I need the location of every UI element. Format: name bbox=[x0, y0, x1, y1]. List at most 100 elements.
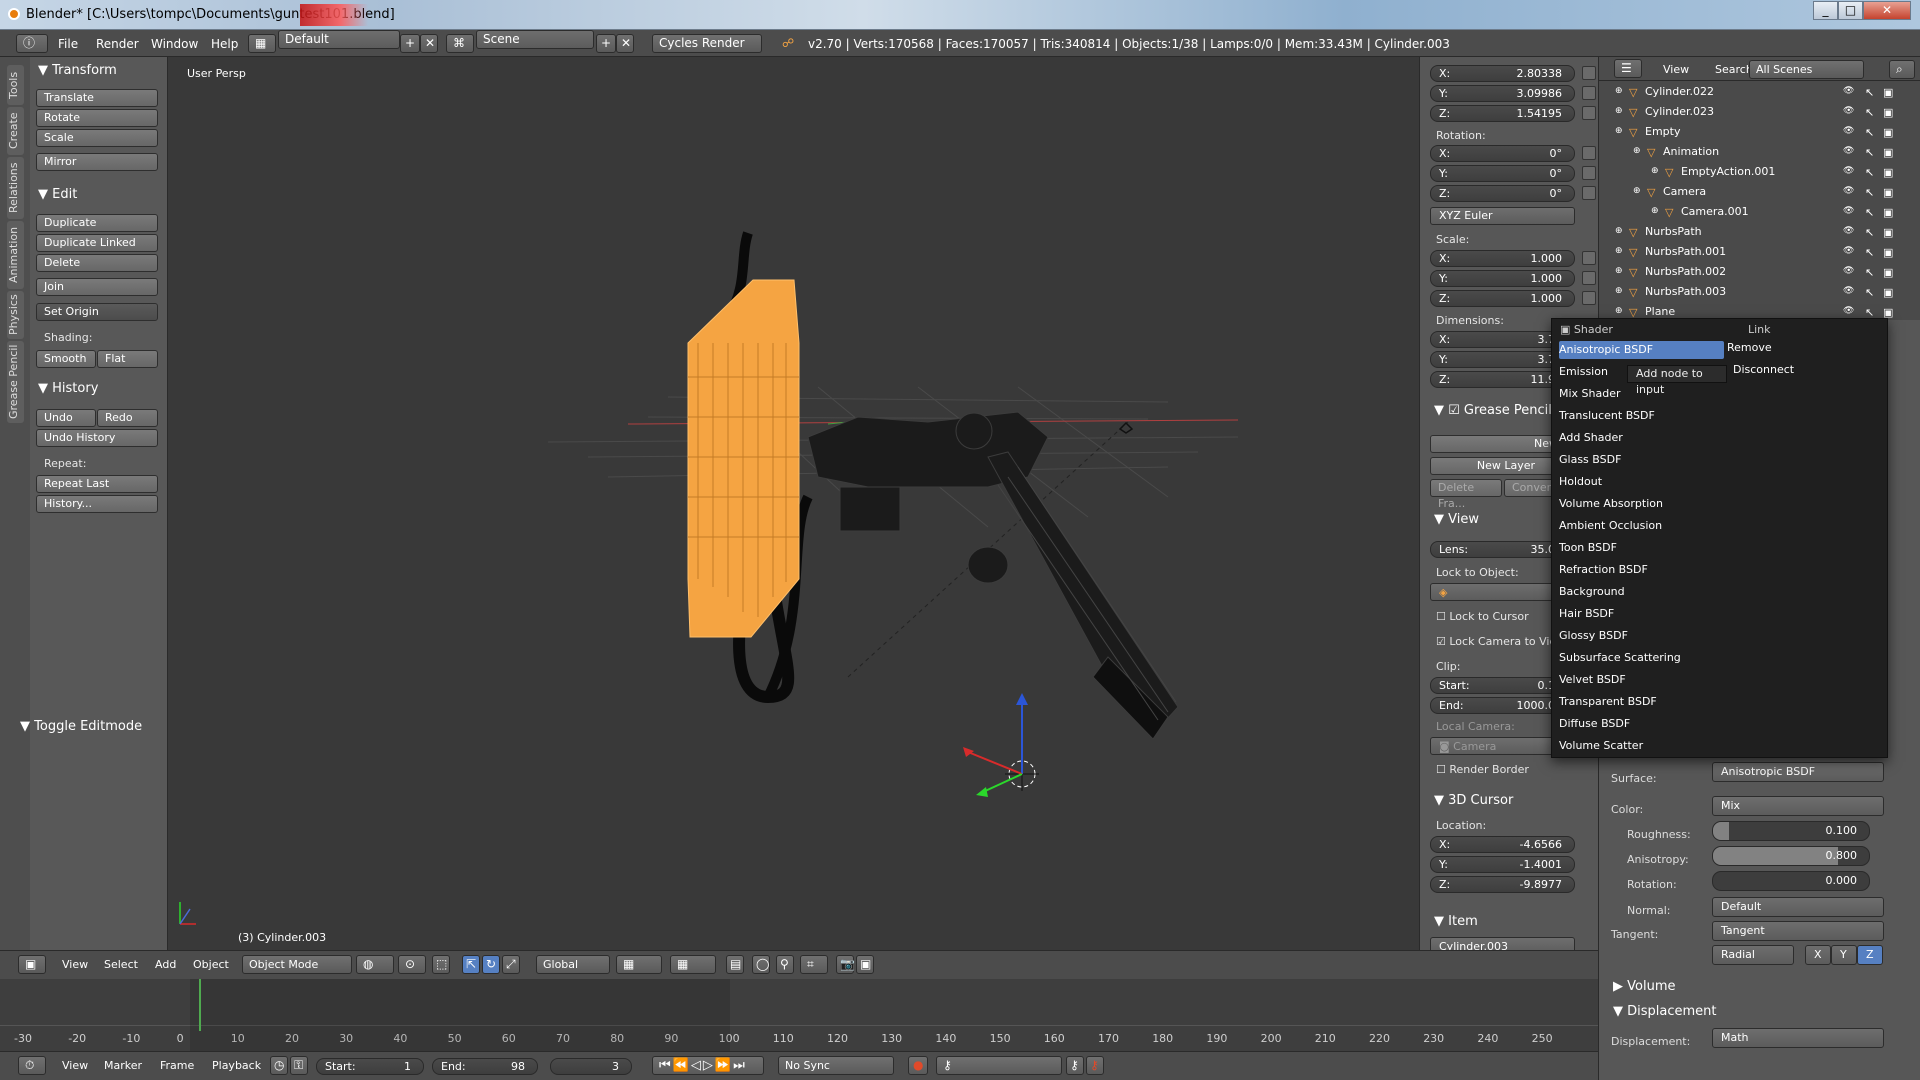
translate-button[interactable]: Translate bbox=[36, 89, 158, 107]
rotation-slider[interactable]: 0.000 bbox=[1712, 871, 1870, 891]
shader-item[interactable]: Background bbox=[1559, 583, 1724, 601]
close-button[interactable]: ✕ bbox=[1863, 1, 1911, 20]
disconnect-item[interactable]: Disconnect bbox=[1727, 363, 1817, 376]
delete-button[interactable]: Delete bbox=[36, 254, 158, 272]
shader-item[interactable]: Anisotropic BSDF bbox=[1559, 341, 1724, 359]
timeline-playback-menu[interactable]: Playback bbox=[212, 1059, 261, 1072]
cursor-z-field[interactable]: Z: -9.8977 bbox=[1430, 876, 1575, 893]
scale-y-field[interactable]: Y: 1.000 bbox=[1430, 270, 1575, 287]
lock-icon[interactable]: ⚿ bbox=[290, 1056, 308, 1075]
edit-panel-header[interactable]: ▼ Edit bbox=[38, 187, 77, 202]
frame-start-field[interactable]: Start: 1 bbox=[316, 1058, 424, 1075]
tab-grease-pencil[interactable]: Grease Pencil bbox=[7, 341, 24, 423]
3d-cursor-header[interactable]: ▼ 3D Cursor bbox=[1434, 793, 1513, 808]
toggle-editmode-header[interactable]: ▼ Toggle Editmode bbox=[20, 719, 142, 734]
lock-icon[interactable] bbox=[1582, 166, 1596, 180]
lock-icon[interactable] bbox=[1582, 291, 1596, 305]
record-icon[interactable]: ● bbox=[908, 1056, 928, 1075]
render-camera-icon[interactable]: ▣ bbox=[1883, 206, 1895, 219]
translate-manipulator-icon[interactable]: ⇱ bbox=[462, 955, 480, 974]
outliner-row[interactable]: ⊕ ▽ Empty 👁 ↖ ▣ bbox=[1599, 122, 1909, 142]
visibility-eye-icon[interactable]: 👁 bbox=[1843, 166, 1855, 178]
item-header[interactable]: ▼ Item bbox=[1434, 914, 1478, 929]
timeline-marker-menu[interactable]: Marker bbox=[104, 1059, 142, 1072]
editor-type-icon[interactable]: ⓘ bbox=[16, 34, 48, 53]
cursor-x-field[interactable]: X: -4.6566 bbox=[1430, 836, 1575, 853]
expand-icon[interactable]: ⊕ bbox=[1615, 126, 1627, 138]
selectable-arrow-icon[interactable]: ↖ bbox=[1865, 246, 1877, 259]
undo-history-button[interactable]: Undo History bbox=[36, 429, 158, 447]
selectable-arrow-icon[interactable]: ↖ bbox=[1865, 126, 1877, 139]
scale-z-field[interactable]: Z: 1.000 bbox=[1430, 290, 1575, 307]
outliner-row[interactable]: ⊕ ▽ NurbsPath.002 👁 ↖ ▣ bbox=[1599, 262, 1909, 282]
snap-target-icon[interactable]: ⌗ bbox=[800, 955, 828, 974]
snap-icon[interactable]: ⚲ bbox=[776, 955, 794, 974]
shader-item[interactable]: Volume Scatter bbox=[1559, 737, 1724, 755]
menu-file[interactable]: File bbox=[58, 37, 78, 51]
menu-help[interactable]: Help bbox=[211, 37, 238, 51]
shader-item[interactable]: Glossy BSDF bbox=[1559, 627, 1724, 645]
visibility-eye-icon[interactable]: 👁 bbox=[1843, 106, 1855, 118]
view-panel-header[interactable]: ▼ View bbox=[1434, 512, 1479, 527]
duplicate-button[interactable]: Duplicate bbox=[36, 214, 158, 232]
transform-panel-header[interactable]: ▼ Transform bbox=[38, 63, 117, 78]
rotation-y-field[interactable]: Y: 0° bbox=[1430, 165, 1575, 182]
lock-icon[interactable] bbox=[1582, 106, 1596, 120]
outliner-row[interactable]: ⊕ ▽ NurbsPath 👁 ↖ ▣ bbox=[1599, 222, 1909, 242]
visibility-eye-icon[interactable]: 👁 bbox=[1843, 186, 1855, 198]
repeat-last-button[interactable]: Repeat Last bbox=[36, 475, 158, 493]
preview-range-icon[interactable]: ◷ bbox=[270, 1056, 288, 1075]
maximize-button[interactable]: □ bbox=[1838, 1, 1863, 20]
expand-icon[interactable]: ⊕ bbox=[1633, 146, 1645, 158]
manipulator-icon[interactable]: ⬚ bbox=[432, 955, 450, 974]
smooth-button[interactable]: Smooth bbox=[36, 350, 96, 368]
layout-add-icon[interactable]: + bbox=[400, 34, 420, 53]
render-camera-icon[interactable]: ▣ bbox=[1883, 306, 1895, 319]
lock-icon[interactable] bbox=[1582, 271, 1596, 285]
minimize-button[interactable]: _ bbox=[1813, 1, 1838, 20]
menu-add[interactable]: Add bbox=[155, 958, 176, 971]
shader-item[interactable]: Toon BSDF bbox=[1559, 539, 1724, 557]
selectable-arrow-icon[interactable]: ↖ bbox=[1865, 266, 1877, 279]
3d-viewport[interactable]: User Persp (3) Cylinder.003 bbox=[168, 57, 1419, 950]
layout-field[interactable]: Default bbox=[278, 30, 400, 49]
shader-item[interactable]: Refraction BSDF bbox=[1559, 561, 1724, 579]
pivot-icon[interactable]: ⊙ bbox=[398, 955, 426, 974]
expand-icon[interactable]: ⊕ bbox=[1633, 186, 1645, 198]
render-camera-icon[interactable]: ▣ bbox=[1883, 246, 1895, 259]
outliner-row[interactable]: ⊕ ▽ NurbsPath.001 👁 ↖ ▣ bbox=[1599, 242, 1909, 262]
shader-item[interactable]: Velvet BSDF bbox=[1559, 671, 1724, 689]
visibility-eye-icon[interactable]: 👁 bbox=[1843, 126, 1855, 138]
render-icon[interactable]: 📷 bbox=[836, 955, 855, 974]
render-camera-icon[interactable]: ▣ bbox=[1883, 86, 1895, 99]
expand-icon[interactable]: ⊕ bbox=[1615, 286, 1627, 298]
outliner-row[interactable]: ⊕ ▽ Camera 👁 ↖ ▣ bbox=[1599, 182, 1909, 202]
expand-icon[interactable]: ⊕ bbox=[1615, 306, 1627, 318]
tab-animation[interactable]: Animation bbox=[7, 221, 24, 289]
menu-window[interactable]: Window bbox=[151, 37, 198, 51]
item-name-field[interactable]: Cylinder.003 bbox=[1430, 937, 1575, 950]
expand-icon[interactable]: ⊕ bbox=[1615, 246, 1627, 258]
shader-item[interactable]: Ambient Occlusion bbox=[1559, 517, 1724, 535]
expand-icon[interactable]: ⊕ bbox=[1651, 166, 1663, 178]
rotation-z-field[interactable]: Z: 0° bbox=[1430, 185, 1575, 202]
flat-button[interactable]: Flat bbox=[97, 350, 158, 368]
menu-render[interactable]: Render bbox=[96, 37, 139, 51]
editor-type-icon[interactable]: ⏱ bbox=[18, 1056, 46, 1075]
displacement-header[interactable]: ▼ Displacement bbox=[1613, 1004, 1717, 1019]
sync-select[interactable]: No Sync bbox=[778, 1056, 894, 1075]
grease-pencil-header[interactable]: ▼ ☑ Grease Pencil bbox=[1434, 403, 1552, 418]
shader-item[interactable]: Add Shader bbox=[1559, 429, 1724, 447]
proportional-edit-icon[interactable]: ◯ bbox=[752, 955, 770, 974]
outliner-row[interactable]: ⊕ ▽ Cylinder.023 👁 ↖ ▣ bbox=[1599, 102, 1909, 122]
scene-add-icon[interactable]: + bbox=[596, 34, 616, 53]
scale-button[interactable]: Scale bbox=[36, 129, 158, 147]
render-camera-icon[interactable]: ▣ bbox=[1883, 146, 1895, 159]
timeline-view-menu[interactable]: View bbox=[62, 1059, 88, 1072]
layout-remove-icon[interactable]: ✕ bbox=[420, 34, 438, 53]
displacement-select[interactable]: Math bbox=[1712, 1028, 1884, 1048]
shader-item[interactable]: Hair BSDF bbox=[1559, 605, 1724, 623]
editor-type-icon[interactable]: ☰ bbox=[1614, 59, 1642, 78]
tab-relations[interactable]: Relations bbox=[7, 157, 24, 219]
shader-item[interactable]: Transparent BSDF bbox=[1559, 693, 1724, 711]
